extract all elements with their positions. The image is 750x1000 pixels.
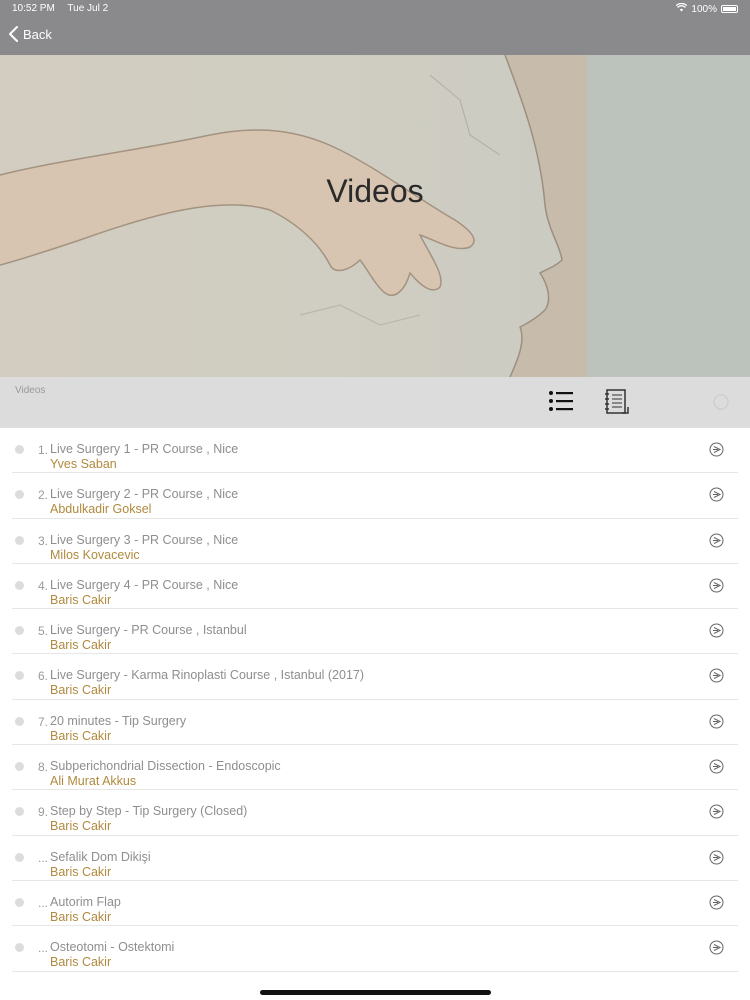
status-bar-left: 10:52 PM Tue Jul 2 bbox=[12, 3, 118, 14]
play-circle-icon[interactable] bbox=[709, 487, 724, 502]
item-number: 2. bbox=[37, 488, 48, 503]
battery-icon bbox=[721, 5, 738, 13]
video-title: Sefalik Dom Dikişi bbox=[50, 849, 151, 864]
video-title: 20 minutes - Tip Surgery bbox=[50, 713, 187, 728]
video-author: Baris Cakir bbox=[50, 864, 112, 879]
play-circle-icon[interactable] bbox=[709, 940, 724, 955]
bullet-icon bbox=[15, 580, 24, 590]
loading-icon bbox=[713, 394, 729, 410]
bullet-icon bbox=[15, 762, 24, 772]
bullet-icon bbox=[15, 897, 24, 907]
navigation-bar: 10:52 PM Tue Jul 2 100% Back bbox=[0, 0, 750, 55]
play-circle-icon[interactable] bbox=[709, 714, 724, 729]
bullet-icon bbox=[15, 716, 24, 726]
list-item[interactable]: 8. Subperichondrial Dissection - Endoscop… bbox=[0, 745, 750, 791]
item-number: 6. bbox=[37, 669, 48, 684]
bullet-icon bbox=[15, 490, 24, 500]
video-author: Ali Murat Akkus bbox=[50, 774, 137, 789]
video-title: Live Surgery 2 - PR Course , Nice bbox=[50, 487, 239, 502]
video-title: Live Surgery - Karma Rinoplasti Course ,… bbox=[50, 668, 365, 683]
list-item[interactable]: ... Sefalik Dom Dikişi Baris Cakir bbox=[0, 836, 750, 882]
battery-percent: 100% bbox=[691, 3, 717, 15]
list-item[interactable]: 4. Live Surgery 4 - PR Course , Nice Baris… bbox=[0, 564, 750, 610]
list-item[interactable]: ... Autorim Flap Baris Cakir bbox=[0, 881, 750, 927]
bullet-icon bbox=[15, 807, 24, 817]
bullet-icon bbox=[15, 626, 24, 636]
notebook-icon bbox=[605, 389, 629, 414]
video-author: Baris Cakir bbox=[50, 592, 112, 607]
hero-artwork bbox=[0, 55, 750, 377]
toolbar: Videos bbox=[0, 377, 750, 428]
bullet-icon bbox=[15, 671, 24, 681]
bullet-icon bbox=[15, 535, 24, 545]
video-title: Step by Step - Tip Surgery (Closed) bbox=[50, 804, 248, 819]
video-author: Baris Cakir bbox=[50, 955, 112, 970]
item-number: ... bbox=[37, 895, 48, 910]
list-item[interactable]: 1. Live Surgery 1 - PR Course , Nice Yves … bbox=[0, 428, 750, 474]
list-item[interactable]: 3. Live Surgery 3 - PR Course , Nice Milos… bbox=[0, 519, 750, 565]
item-number: 3. bbox=[37, 533, 48, 548]
list-item[interactable]: 5. Live Surgery - PR Course , Istanbul Bar… bbox=[0, 609, 750, 655]
list-item[interactable]: 7. 20 minutes - Tip Surgery Baris Cakir bbox=[0, 700, 750, 746]
item-number: 9. bbox=[37, 805, 48, 820]
status-date: Tue Jul 2 bbox=[67, 3, 109, 14]
video-title: Live Surgery - PR Course , Istanbul bbox=[50, 623, 247, 638]
list-view-button[interactable] bbox=[547, 387, 575, 420]
item-number: 5. bbox=[37, 624, 48, 639]
wifi-icon bbox=[676, 2, 688, 15]
video-author: Milos Kovacevic bbox=[50, 547, 140, 562]
notebook-view-button[interactable] bbox=[602, 387, 630, 422]
play-circle-icon[interactable] bbox=[709, 623, 724, 638]
list-icon bbox=[549, 391, 573, 411]
video-list: 1. Live Surgery 1 - PR Course , Nice Yves … bbox=[0, 428, 750, 972]
video-author: Abdulkadir Goksel bbox=[50, 502, 152, 517]
video-title: Osteotomi - Ostektomi bbox=[50, 940, 175, 955]
video-author: Baris Cakir bbox=[50, 728, 112, 743]
video-author: Baris Cakir bbox=[50, 819, 112, 834]
video-title: Live Surgery 1 - PR Course , Nice bbox=[50, 442, 239, 456]
video-title: Live Surgery 3 - PR Course , Nice bbox=[50, 532, 239, 547]
list-item[interactable]: ... Osteotomi - Ostektomi Baris Cakir bbox=[0, 926, 750, 972]
item-number: ... bbox=[37, 941, 48, 956]
section-caption: Videos bbox=[15, 385, 46, 396]
status-time: 10:52 PM bbox=[12, 3, 55, 14]
play-circle-icon[interactable] bbox=[709, 895, 724, 910]
play-circle-icon[interactable] bbox=[709, 804, 724, 819]
home-indicator bbox=[260, 990, 491, 995]
bullet-icon bbox=[15, 852, 24, 862]
video-author: Baris Cakir bbox=[50, 638, 112, 653]
item-number: 1. bbox=[37, 443, 48, 457]
hero-banner: Videos bbox=[0, 55, 750, 377]
back-button[interactable]: Back bbox=[8, 26, 52, 42]
back-label: Back bbox=[23, 26, 52, 42]
play-circle-icon[interactable] bbox=[709, 850, 724, 865]
play-circle-icon[interactable] bbox=[709, 668, 724, 683]
bullet-icon bbox=[15, 943, 24, 953]
list-item[interactable]: 2. Live Surgery 2 - PR Course , Nice Abdul… bbox=[0, 473, 750, 519]
list-item[interactable]: 6. Live Surgery - Karma Rinoplasti Course… bbox=[0, 654, 750, 701]
video-title: Autorim Flap bbox=[50, 894, 121, 909]
item-number: 7. bbox=[37, 714, 48, 729]
item-number: ... bbox=[37, 850, 48, 865]
play-circle-icon[interactable] bbox=[709, 442, 724, 457]
item-number: 8. bbox=[37, 760, 48, 775]
video-author: Baris Cakir bbox=[50, 683, 112, 698]
page-title: Videos bbox=[326, 173, 424, 209]
bullet-icon bbox=[15, 445, 24, 454]
video-title: Live Surgery 4 - PR Course , Nice bbox=[50, 577, 239, 592]
list-item[interactable]: 9. Step by Step - Tip Surgery (Closed) Bar… bbox=[0, 790, 750, 836]
play-circle-icon[interactable] bbox=[709, 533, 724, 548]
item-number: 4. bbox=[37, 578, 48, 593]
video-title: Subperichondrial Dissection - Endoscopic bbox=[50, 759, 281, 774]
play-circle-icon[interactable] bbox=[709, 759, 724, 774]
video-author: Baris Cakir bbox=[50, 909, 112, 924]
chevron-left-icon bbox=[9, 26, 18, 42]
refresh-button[interactable] bbox=[712, 393, 730, 416]
play-circle-icon[interactable] bbox=[709, 578, 724, 593]
status-bar-right: 100% bbox=[676, 2, 738, 15]
video-author: Yves Saban bbox=[50, 457, 117, 471]
